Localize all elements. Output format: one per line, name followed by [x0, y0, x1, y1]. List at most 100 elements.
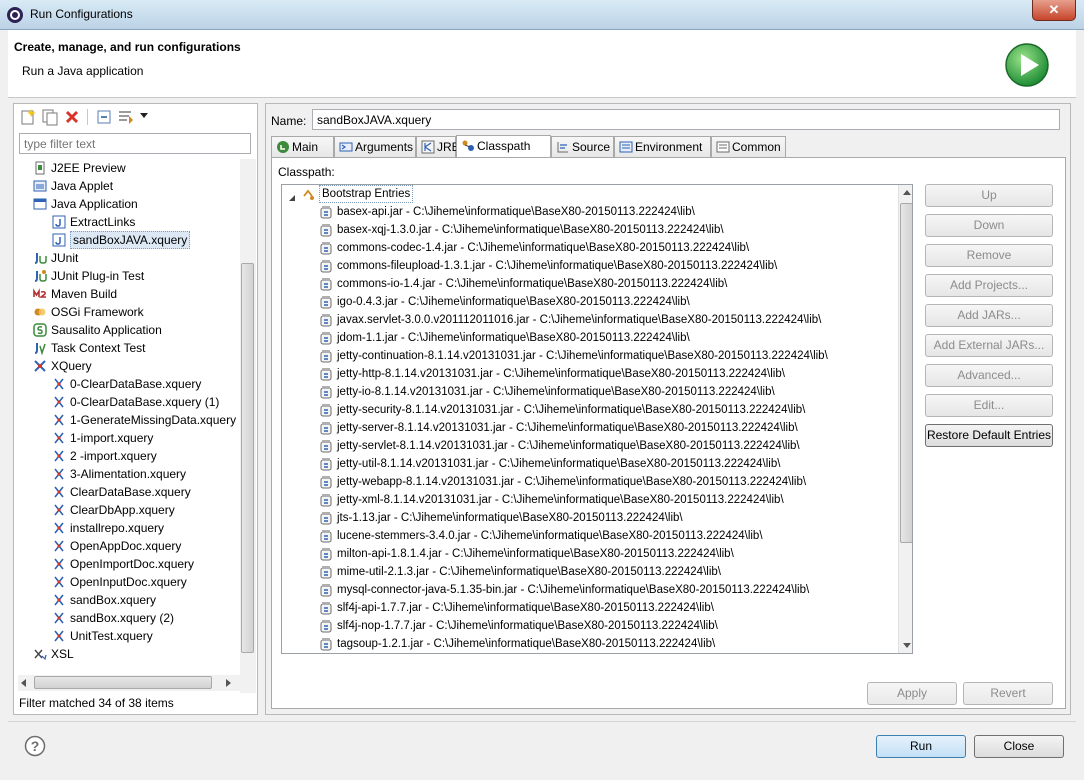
tree-item[interactable]: OpenImportDoc.xquery [18, 555, 241, 573]
tree-item[interactable]: Task Context Test [18, 339, 241, 357]
run-button[interactable]: Run [876, 735, 966, 758]
classpath-entry[interactable]: jetty-http-8.1.14.v20131031.jar - C:\Jih… [282, 365, 912, 383]
classpath-entry[interactable]: milton-api-1.8.1.4.jar - C:\Jiheme\infor… [282, 545, 912, 563]
close-button[interactable]: Close [974, 735, 1064, 758]
tree-horizontal-scroll-thumb[interactable] [34, 676, 212, 689]
classpath-entry[interactable]: commons-io-1.4.jar - C:\Jiheme\informati… [282, 275, 912, 293]
classpath-entry[interactable]: jetty-server-8.1.14.v20131031.jar - C:\J… [282, 419, 912, 437]
classpath-entry[interactable]: igo-0.4.3.jar - C:\Jiheme\informatique\B… [282, 293, 912, 311]
new-config-icon[interactable] [19, 108, 37, 126]
xquery-file-icon [52, 431, 66, 445]
collapse-all-icon[interactable] [95, 108, 113, 126]
tree-item[interactable]: JUnit [18, 249, 241, 267]
side-button-down[interactable]: Down [925, 214, 1053, 237]
tree-item[interactable]: ClearDataBase.xquery [18, 483, 241, 501]
classpath-scroll-thumb[interactable] [900, 203, 912, 543]
tab-source[interactable]: Source [551, 136, 614, 158]
classpath-entry[interactable]: javax.servlet-3.0.0.v201112011016.jar - … [282, 311, 912, 329]
tree-item[interactable]: sandBox.xquery (2) [18, 609, 241, 627]
apply-button[interactable]: Apply [867, 682, 957, 705]
tree-item[interactable]: 1-GenerateMissingData.xquery [18, 411, 241, 429]
tab-classpath[interactable]: Classpath [456, 135, 551, 158]
tree-item[interactable]: sandBox.xquery [18, 591, 241, 609]
side-button-add-jars[interactable]: Add JARs... [925, 304, 1053, 327]
expand-toggle-icon[interactable] [288, 190, 296, 201]
tree-item[interactable]: Sausalito Application [18, 321, 241, 339]
classpath-vertical-scrollbar[interactable] [898, 185, 912, 653]
classpath-entry[interactable]: commons-fileupload-1.3.1.jar - C:\Jiheme… [282, 257, 912, 275]
classpath-entry[interactable]: jdom-1.1.jar - C:\Jiheme\informatique\Ba… [282, 329, 912, 347]
name-field[interactable] [312, 109, 1060, 130]
filter-icon[interactable] [117, 108, 135, 126]
tree-item[interactable]: ExtractLinks [18, 213, 241, 231]
tree-item[interactable]: Maven Build [18, 285, 241, 303]
help-icon[interactable]: ? [24, 735, 46, 757]
tab-jre[interactable]: JRE [416, 136, 460, 158]
scroll-up-arrow-icon[interactable] [903, 190, 911, 195]
classpath-entry[interactable]: lucene-stemmers-3.4.0.jar - C:\Jiheme\in… [282, 527, 912, 545]
side-button-edit[interactable]: Edit... [925, 394, 1053, 417]
dialog-header: Create, manage, and run configurations R… [8, 30, 1076, 98]
side-button-up[interactable]: Up [925, 184, 1053, 207]
tree-item[interactable]: XSL [18, 645, 241, 663]
tree-item[interactable]: Java Applet [18, 177, 241, 195]
classpath-entry[interactable]: jts-1.13.jar - C:\Jiheme\informatique\Ba… [282, 509, 912, 527]
tree-item[interactable]: ClearDbApp.xquery [18, 501, 241, 519]
tree-item[interactable]: OpenAppDoc.xquery [18, 537, 241, 555]
classpath-entry[interactable]: mysql-connector-java-5.1.35-bin.jar - C:… [282, 581, 912, 599]
scroll-right-arrow-icon[interactable] [226, 679, 231, 687]
classpath-entry[interactable]: slf4j-api-1.7.7.jar - C:\Jiheme\informat… [282, 599, 912, 617]
tree-item[interactable]: 0-ClearDataBase.xquery (1) [18, 393, 241, 411]
classpath-entry[interactable]: jetty-security-8.1.14.v20131031.jar - C:… [282, 401, 912, 419]
classpath-entry[interactable]: jetty-io-8.1.14.v20131031.jar - C:\Jihem… [282, 383, 912, 401]
classpath-tree[interactable]: Bootstrap Entries basex-api.jar - C:\Jihe… [281, 184, 913, 654]
launch-config-tree[interactable]: J2EE Preview Java Applet Java Application E… [18, 159, 241, 693]
tree-item-label: 2 -import.xquery [70, 449, 157, 463]
classpath-entry[interactable]: jetty-util-8.1.14.v20131031.jar - C:\Jih… [282, 455, 912, 473]
classpath-entry[interactable]: basex-xqj-1.3.0.jar - C:\Jiheme\informat… [282, 221, 912, 239]
side-button-advanced[interactable]: Advanced... [925, 364, 1053, 387]
bootstrap-entries-node[interactable]: Bootstrap Entries [282, 185, 912, 203]
tree-item[interactable]: 1-import.xquery [18, 429, 241, 447]
view-menu-icon[interactable] [140, 113, 148, 119]
tab-environment[interactable]: Environment [614, 136, 711, 158]
scroll-left-arrow-icon[interactable] [21, 679, 26, 687]
duplicate-icon[interactable] [41, 108, 59, 126]
delete-icon[interactable] [63, 108, 81, 126]
filter-input[interactable] [19, 133, 251, 154]
tree-item[interactable]: JUnit Plug-in Test [18, 267, 241, 285]
classpath-entry[interactable]: basex-api.jar - C:\Jiheme\informatique\B… [282, 203, 912, 221]
tree-item[interactable]: 2 -import.xquery [18, 447, 241, 465]
tree-item[interactable]: sandBoxJAVA.xquery [18, 231, 241, 249]
tree-item[interactable]: OpenInputDoc.xquery [18, 573, 241, 591]
tree-item[interactable]: installrepo.xquery [18, 519, 241, 537]
classpath-entry[interactable]: jetty-servlet-8.1.14.v20131031.jar - C:\… [282, 437, 912, 455]
side-button-remove[interactable]: Remove [925, 244, 1053, 267]
side-button-restore-default-entries[interactable]: Restore Default Entries [925, 424, 1053, 447]
classpath-entry[interactable]: jetty-xml-8.1.14.v20131031.jar - C:\Jihe… [282, 491, 912, 509]
tree-item[interactable]: 3-Alimentation.xquery [18, 465, 241, 483]
window-close-button[interactable]: ✕ [1032, 0, 1076, 21]
classpath-entry[interactable]: mime-util-2.1.3.jar - C:\Jiheme\informat… [282, 563, 912, 581]
classpath-entry[interactable]: jetty-continuation-8.1.14.v20131031.jar … [282, 347, 912, 365]
scroll-down-arrow-icon[interactable] [903, 643, 911, 648]
tab-common[interactable]: Common [711, 136, 786, 158]
tree-item[interactable]: OSGi Framework [18, 303, 241, 321]
classpath-entry[interactable]: slf4j-nop-1.7.7.jar - C:\Jiheme\informat… [282, 617, 912, 635]
tree-item[interactable]: XQuery [18, 357, 241, 375]
classpath-entry[interactable]: commons-codec-1.4.jar - C:\Jiheme\inform… [282, 239, 912, 257]
classpath-entry[interactable]: jetty-webapp-8.1.14.v20131031.jar - C:\J… [282, 473, 912, 491]
revert-button[interactable]: Revert [963, 682, 1053, 705]
side-button-add-projects[interactable]: Add Projects... [925, 274, 1053, 297]
tree-item[interactable]: 0-ClearDataBase.xquery [18, 375, 241, 393]
tab-main[interactable]: Main [271, 136, 334, 158]
classpath-entry[interactable]: tagsoup-1.2.1.jar - C:\Jiheme\informatiq… [282, 635, 912, 653]
tree-item[interactable]: UnitTest.xquery [18, 627, 241, 645]
tree-item[interactable]: J2EE Preview [18, 159, 241, 177]
side-button-add-external-jars[interactable]: Add External JARs... [925, 334, 1053, 357]
tree-horizontal-scrollbar[interactable] [18, 675, 240, 691]
tree-item[interactable]: Java Application [18, 195, 241, 213]
tree-vertical-scroll-thumb[interactable] [241, 263, 254, 653]
tab-arguments[interactable]: Arguments [334, 136, 416, 158]
tree-vertical-scrollbar[interactable] [240, 159, 256, 693]
